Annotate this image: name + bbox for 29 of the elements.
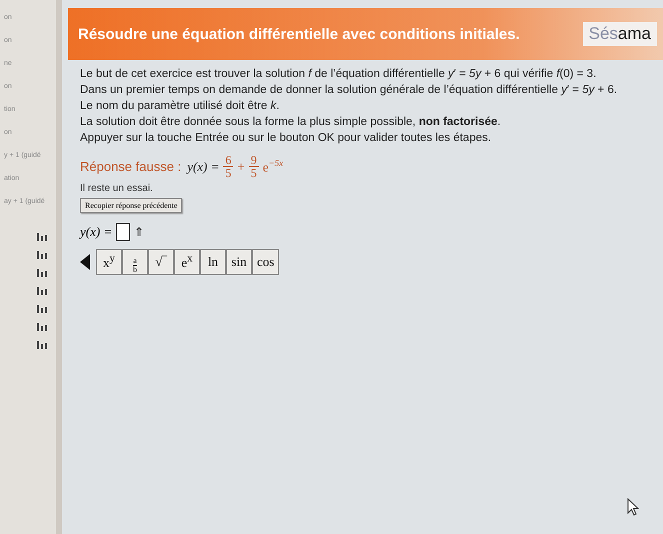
bar-chart-icon[interactable] [36,267,48,277]
instruction-text: Le but de cet exercice est trouver la solution f de l’équation différentielle y′ = 5y + 6 qui vérifie f(0) = 3. [80,68,596,80]
keyboard-key[interactable]: e$^{x}$ [174,249,200,275]
logo: Sésama [582,22,657,46]
mouse-pointer-icon [627,498,639,516]
instruction-text: Dans un premier temps on demande de donner la solution générale de l’équation différentielle y′ = 5y + 6. [80,84,618,96]
bar-chart-icon[interactable] [36,339,48,349]
keyboard-key[interactable]: ln [200,249,226,275]
keyboard-key[interactable]: x$^{y}$ [96,249,122,275]
answer-field[interactable] [116,223,130,241]
bar-chart-icon[interactable] [36,231,48,241]
bar-chart-icon[interactable] [36,321,48,331]
instruction-text: Appuyer sur la touche Entrée ou sur le bouton OK pour valider toutes les étapes. [80,132,492,144]
copy-answer-button[interactable]: Recopier réponse précédente [80,198,182,213]
triangle-icon[interactable] [80,254,90,270]
instruction-text: La solution doit être donnée sous la forme la plus simple possible, non factorisée. [80,116,501,128]
attempts-text: Il reste un essai. [80,183,153,194]
keyboard-key[interactable]: sin [226,249,252,275]
keyboard-key[interactable]: cos [252,249,280,275]
keyboard-key[interactable]: √‾ [148,249,174,275]
bar-chart-icon[interactable] [36,303,48,313]
feedback-label: Réponse fausse : [80,159,182,174]
instruction-text: Le nom du paramètre utilisé doit être k. [80,100,280,112]
bar-chart-icon[interactable] [36,285,48,295]
arrow-glyph[interactable]: ⇑ [134,225,144,239]
keyboard-key[interactable]: a b [122,249,148,275]
exercise-title: Résoudre une équation différentielle avec conditions initiales. [78,26,520,42]
input-label: y(x) = [80,224,112,240]
bar-chart-icon[interactable] [36,249,48,259]
